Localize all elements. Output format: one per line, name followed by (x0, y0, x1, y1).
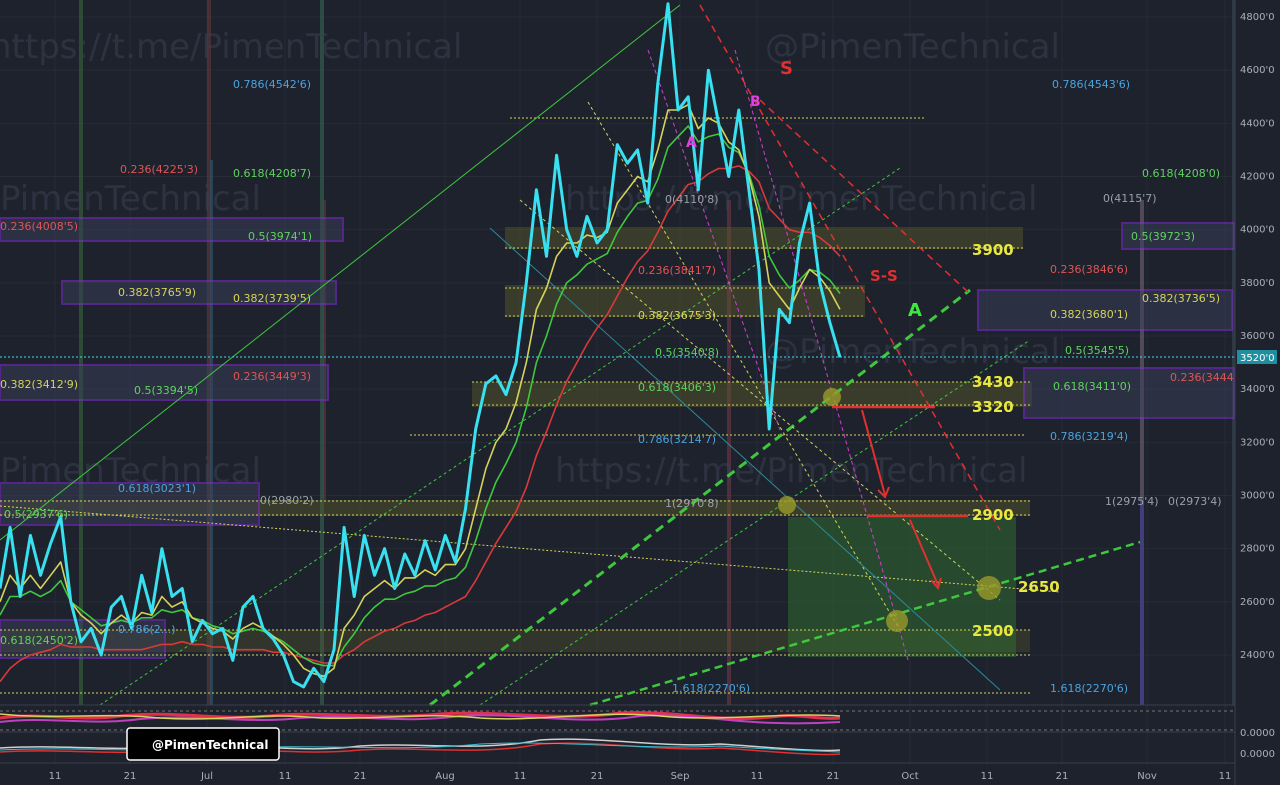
watermark-url: https://t.me/PimenTechnical (565, 179, 1037, 219)
x-tick-label: 21 (591, 771, 604, 782)
price-axis: 4800'0 4600'0 4400'0 4200'0 4000'0 3800'0 3600… (1234, 0, 1280, 785)
period-bar (323, 200, 326, 500)
fib-label: 1(2970'8) (665, 497, 719, 510)
wave-label-ss: S-S (870, 267, 898, 285)
level-label: 3320 (972, 398, 1014, 416)
x-tick-label: 11 (279, 771, 292, 782)
y-tick-label: 2600'0 (1240, 597, 1275, 608)
x-tick-label: 11 (751, 771, 764, 782)
x-tick-label: 21 (827, 771, 840, 782)
x-tick-label: Jul (200, 771, 213, 782)
x-tick-label: 11 (514, 771, 527, 782)
fib-label: 0.618(3406'3) (638, 381, 716, 394)
y-tick-label: 4400'0 (1240, 118, 1275, 129)
fib-label: 1.618(2270'6) (672, 682, 750, 695)
fib-label: 0.618(3411'0) (1053, 380, 1131, 393)
wave-label-a: A (686, 135, 697, 151)
fib-label: 0.236(4008'5) (0, 220, 78, 233)
x-tick-label: Sep (671, 771, 690, 782)
fib-label: 0.5(3972'3) (1131, 230, 1195, 243)
author-logo[interactable]: @PimenTechnical (126, 727, 280, 761)
pivot-circle (977, 576, 1001, 600)
osc-value-label: 0.0000 (1240, 749, 1275, 760)
fib-label: 1.618(2270'6) (1050, 682, 1128, 695)
fib-label: 0.5(3540'8) (655, 346, 719, 359)
fib-label: 0.5(3974'1) (248, 230, 312, 243)
fib-label: 0.382(3739'5) (233, 292, 311, 305)
level-label: 3900 (972, 241, 1014, 259)
level-label: 2650 (1018, 578, 1060, 596)
watermark-handle: @PimenTechnical (765, 332, 1060, 372)
fib-label: 0.236(3449'3) (233, 370, 311, 383)
level-label: 2900 (972, 506, 1014, 524)
y-tick-label: 3400'0 (1240, 384, 1275, 395)
fib-label: 0.382(3736'5) (1142, 292, 1220, 305)
level-label: 2500 (972, 622, 1014, 640)
x-tick-label: Oct (901, 771, 918, 782)
fib-label: 0.618(2450'2) (0, 634, 78, 647)
fib-label: 0.5(3545'5) (1065, 344, 1129, 357)
pivot-circle (778, 496, 796, 514)
pivot-circle (823, 388, 841, 406)
x-tick-label: 11 (1219, 771, 1232, 782)
fib-label: 0.236(3841'7) (638, 264, 716, 277)
wave-label-a2: A (908, 300, 922, 321)
y-tick-label: 4000'0 (1240, 225, 1275, 236)
fib-label: 0.786(4543'6) (1052, 78, 1130, 91)
y-tick-label: 3600'0 (1240, 331, 1275, 342)
fib-label: 0.786(3214'7) (638, 433, 716, 446)
wave-label-b: B (750, 94, 761, 110)
fib-label: 0(2980'2) (260, 494, 314, 507)
y-tick-label: 3000'0 (1240, 491, 1275, 502)
fib-label: 0.5(2937'6) (4, 508, 68, 521)
fib-label: 0.382(3412'9) (0, 378, 78, 391)
x-tick-label: 21 (354, 771, 367, 782)
y-tick-label: 3800'0 (1240, 278, 1275, 289)
fib-label: 0.786(4542'6) (233, 78, 311, 91)
current-price-label: 3520'0 (1240, 353, 1275, 364)
fib-label: 0.5(3394'5) (134, 384, 198, 397)
fib-label: 0.236(3846'6) (1050, 263, 1128, 276)
fib-label: 0.382(3765'9) (118, 286, 196, 299)
fib-label: 0.382(3675'3) (638, 309, 716, 322)
fib-label: 0(4115'7) (1103, 192, 1157, 205)
fib-label: 0.618(4208'7) (233, 167, 311, 180)
fib-label: 0.786(2...) (118, 623, 176, 636)
watermark-name: PimenTechnical (0, 179, 261, 219)
x-tick-label: 21 (124, 771, 137, 782)
chart-canvas[interactable]: https://t.me/PimenTechnical @PimenTechni… (0, 0, 1280, 785)
logo-text: @PimenTechnical (152, 738, 268, 752)
fib-label: 0.382(3680'1) (1050, 308, 1128, 321)
level-label: 3430 (972, 373, 1014, 391)
pivot-circle (886, 610, 908, 632)
fib-label: 0.618(4208'0) (1142, 167, 1220, 180)
fib-label: 0.786(3219'4) (1050, 430, 1128, 443)
watermark-url: https://t.me/PimenTechnical (0, 27, 462, 67)
x-tick-label: 21 (1056, 771, 1069, 782)
period-bar (79, 0, 83, 705)
zone-3430 (472, 382, 1032, 407)
fib-label: 0.236(4225'3) (120, 163, 198, 176)
watermark-url: https://t.me/PimenTechnical (555, 451, 1027, 491)
y-tick-label: 2400'0 (1240, 650, 1275, 661)
y-tick-label: 2800'0 (1240, 544, 1275, 555)
x-tick-label: Aug (435, 771, 455, 782)
watermark-handle: @PimenTechnical (765, 27, 1060, 67)
osc-value-label: 0.0000 (1240, 728, 1275, 739)
y-tick-label: 3200'0 (1240, 437, 1275, 448)
fib-label: 0(2973'4) (1168, 495, 1222, 508)
y-tick-label: 4800'0 (1240, 12, 1275, 23)
y-tick-label: 4600'0 (1240, 65, 1275, 76)
y-tick-label: 4200'0 (1240, 172, 1275, 183)
wave-label-s: S (780, 58, 793, 79)
period-bar (1140, 500, 1144, 705)
x-tick-label: Nov (1137, 771, 1157, 782)
x-tick-label: 11 (981, 771, 994, 782)
x-tick-label: 11 (49, 771, 62, 782)
fib-label: 1(2975'4) (1105, 495, 1159, 508)
fib-label: 0(4110'8) (665, 193, 719, 206)
fib-label: 0.618(3023'1) (118, 482, 196, 495)
